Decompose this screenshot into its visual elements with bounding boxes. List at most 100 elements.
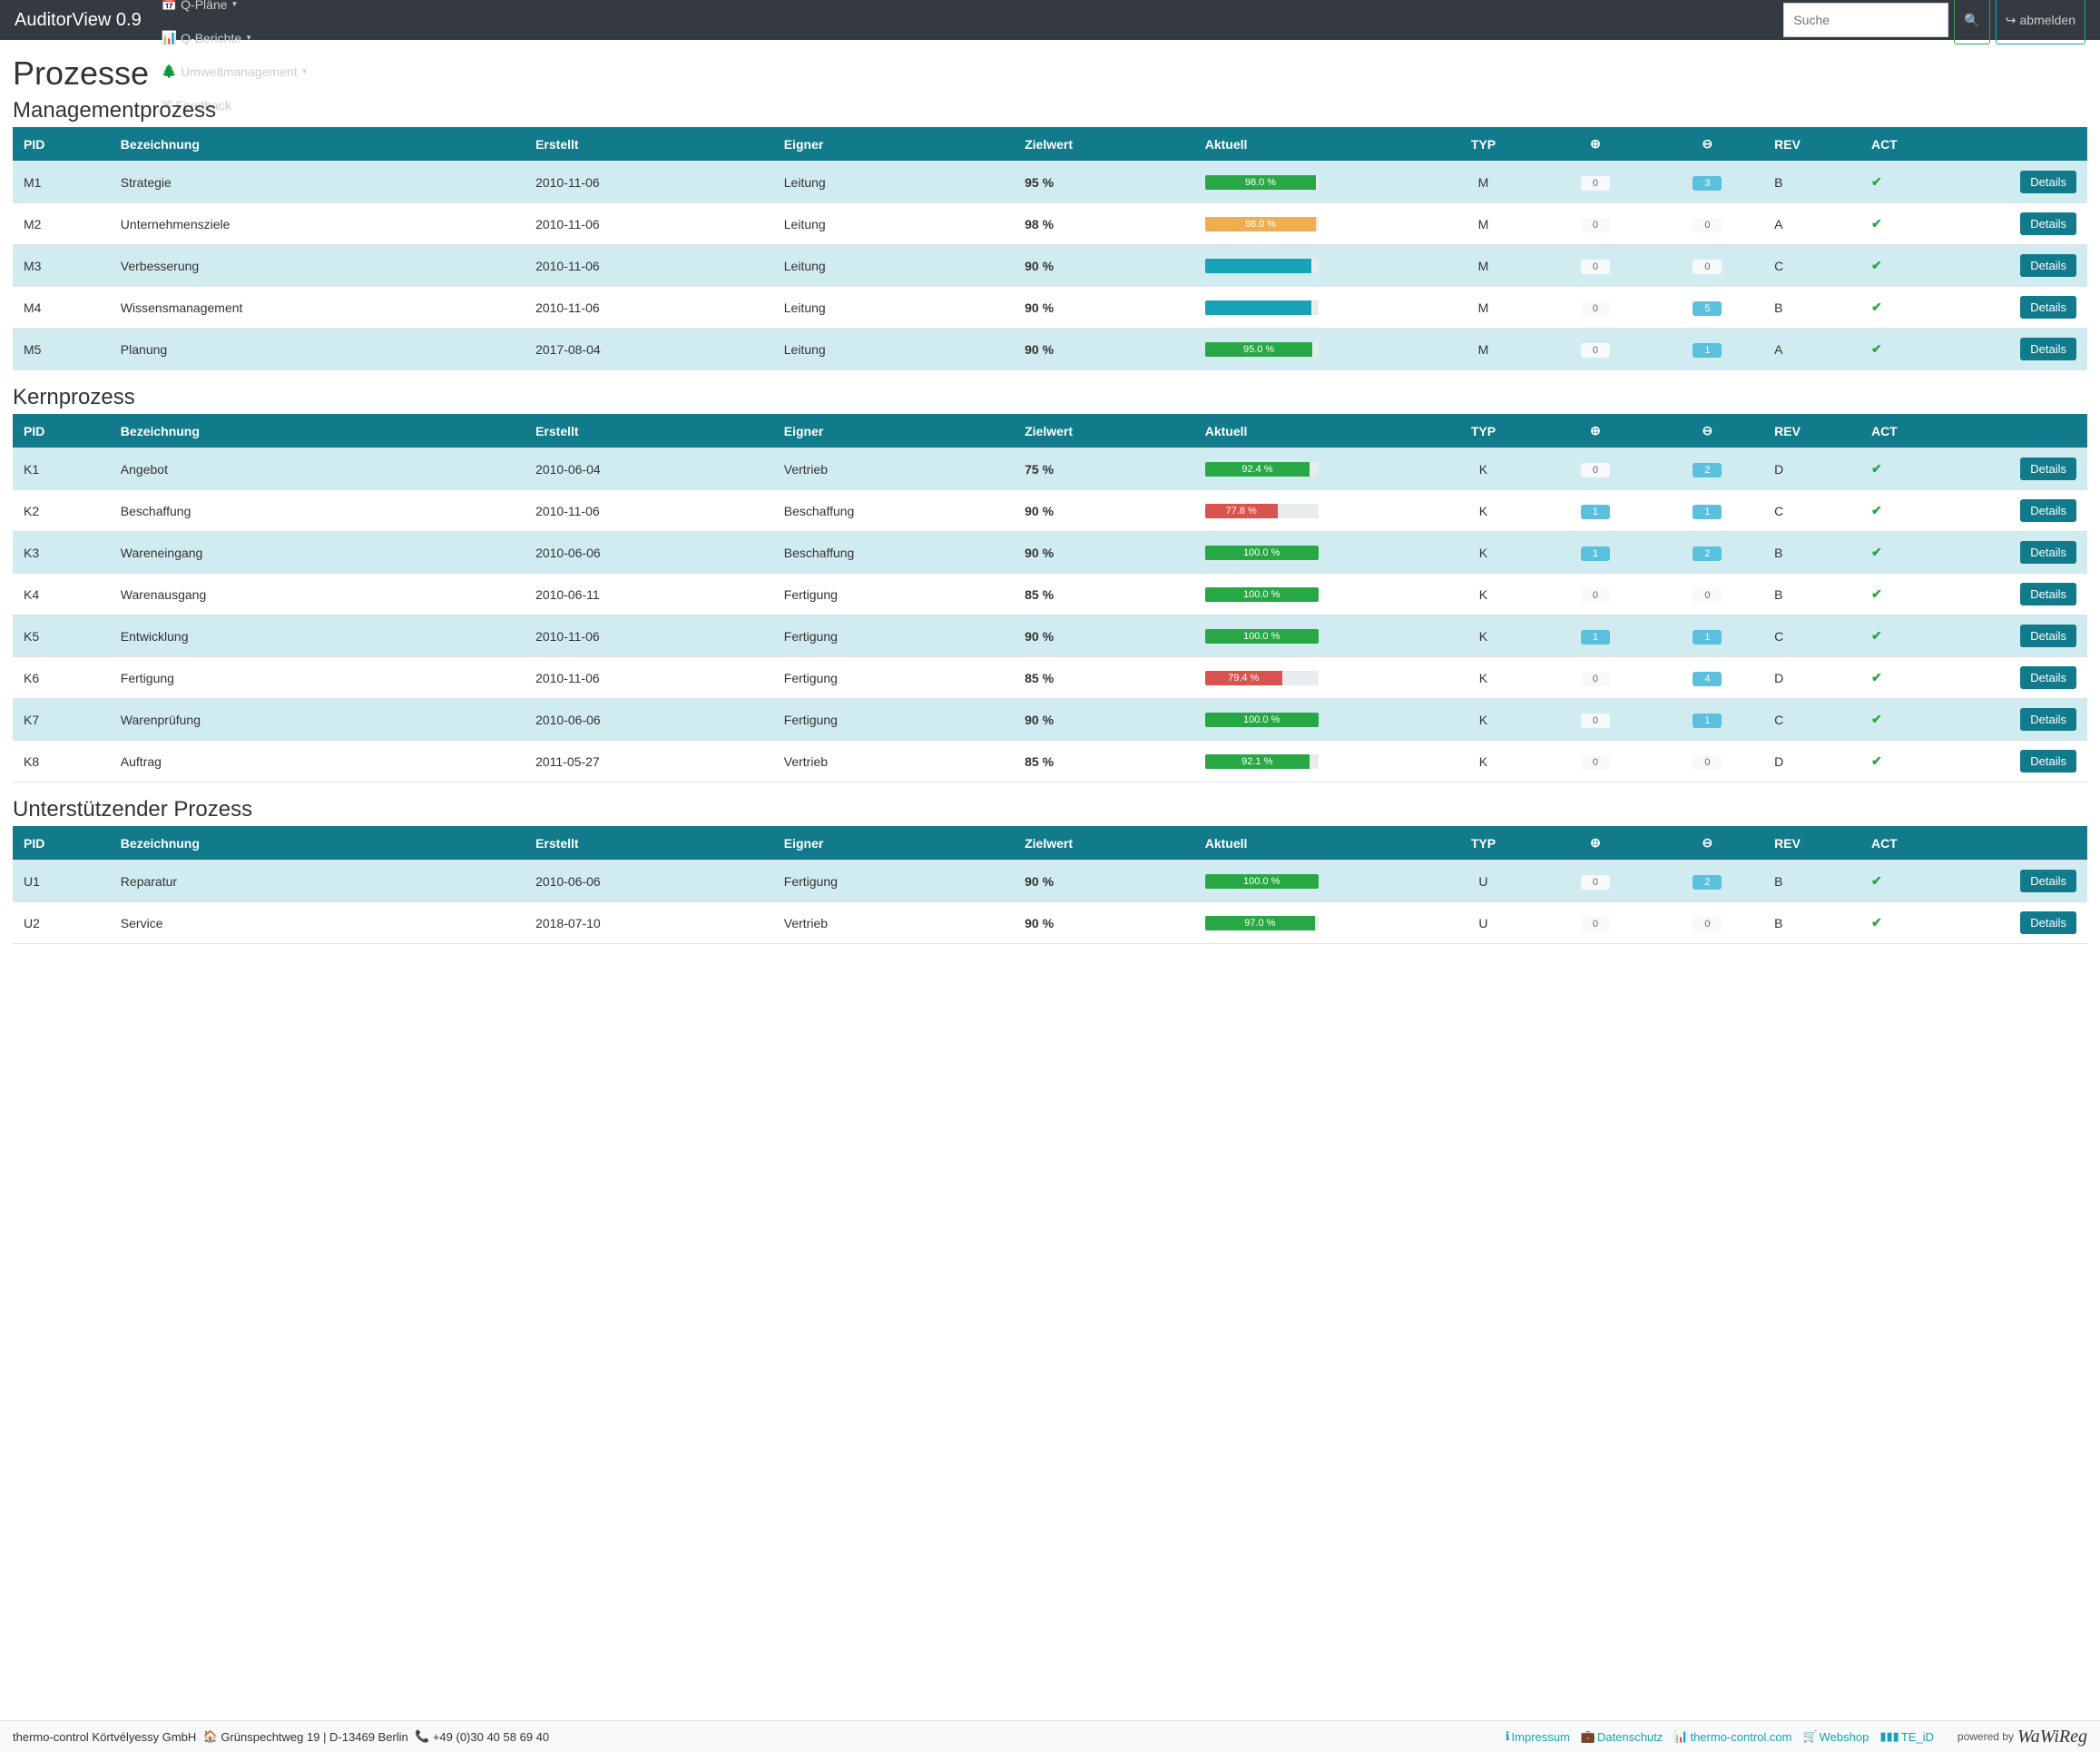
progress-fill: 92.1 % <box>1205 754 1310 769</box>
progress-fill: 98.0 % <box>1205 217 1317 231</box>
details-button[interactable]: Details <box>2020 499 2076 522</box>
check-icon: ✔ <box>1871 258 1882 272</box>
cell-minus: 1 <box>1652 615 1763 657</box>
wawireg-logo[interactable]: WaWiReg <box>2017 1727 2087 1747</box>
cell-plus: 0 <box>1539 699 1651 741</box>
cell-pid: M2 <box>13 203 110 245</box>
progress-fill <box>1205 259 1312 273</box>
cell-plus: 0 <box>1539 203 1651 245</box>
footer-link-webshop[interactable]: 🛒Webshop <box>1802 1729 1869 1744</box>
search-input[interactable] <box>1783 3 1948 37</box>
details-button[interactable]: Details <box>2020 583 2076 605</box>
cell-act: ✔ <box>1860 203 1958 245</box>
progress-bar <box>1205 259 1319 273</box>
table-1: PIDBezeichnungErstelltEignerZielwertAktu… <box>13 414 2087 782</box>
check-icon: ✔ <box>1871 545 1882 559</box>
cell-act: ✔ <box>1860 162 1958 203</box>
check-icon: ✔ <box>1871 300 1882 314</box>
details-button[interactable]: Details <box>2020 338 2076 360</box>
progress-fill <box>1205 300 1312 315</box>
q-pläne-icon: 📅 <box>162 0 177 12</box>
footer-link-datenschutz[interactable]: 💼Datenschutz <box>1581 1729 1663 1744</box>
details-button[interactable]: Details <box>2020 171 2076 193</box>
progress-fill: 77.8 % <box>1205 504 1278 518</box>
logout-button[interactable]: ↪abmelden <box>1996 0 2085 44</box>
footer-link-thermo-control.com[interactable]: 📊thermo-control.com <box>1673 1729 1791 1744</box>
cell-pid: K8 <box>13 741 110 782</box>
table-row: K5Entwicklung2010-11-06Fertigung90 %100.… <box>13 615 2087 657</box>
table-row: K8Auftrag2011-05-27Vertrieb85 %92.1 %K00… <box>13 741 2087 782</box>
cell-pid: K2 <box>13 490 110 532</box>
cell-zielwert: 90 % <box>1014 532 1194 574</box>
cell-bez: Fertigung <box>110 657 525 699</box>
cell-minus: 5 <box>1652 287 1763 329</box>
section-title-2: Unterstützender Prozess <box>13 797 2087 822</box>
progress-bar <box>1205 300 1319 315</box>
cell-typ: K <box>1428 448 1539 490</box>
details-button[interactable]: Details <box>2020 296 2076 319</box>
nav-q-berichte[interactable]: 📊Q-Berichte▼ <box>152 21 318 54</box>
cell-typ: U <box>1428 861 1539 902</box>
cell-act: ✔ <box>1860 861 1958 902</box>
logout-icon: ↪ <box>2006 13 2017 28</box>
details-button[interactable]: Details <box>2020 708 2076 731</box>
cell-zielwert: 90 % <box>1014 329 1194 370</box>
cell-bez: Auftrag <box>110 741 525 782</box>
cell-pid: K3 <box>13 532 110 574</box>
progress-bar: 95.0 % <box>1205 342 1319 357</box>
details-button[interactable]: Details <box>2020 212 2076 235</box>
details-button[interactable]: Details <box>2020 625 2076 647</box>
progress-fill: 79.4 % <box>1205 671 1282 685</box>
footer-link-impressum[interactable]: ℹImpressum <box>1506 1729 1570 1744</box>
cell-eigner: Vertrieb <box>773 902 1014 944</box>
check-icon: ✔ <box>1871 216 1882 231</box>
cell-aktuell <box>1194 245 1428 287</box>
details-button[interactable]: Details <box>2020 541 2076 564</box>
cell-typ: K <box>1428 574 1539 615</box>
cell-bez: Strategie <box>110 162 525 203</box>
table-header: PIDBezeichnungErstelltEignerZielwertAktu… <box>13 127 2087 162</box>
cell-bez: Entwicklung <box>110 615 525 657</box>
table-row: K6Fertigung2010-11-06Fertigung85 %79.4 %… <box>13 657 2087 699</box>
cell-typ: M <box>1428 203 1539 245</box>
cell-bez: Wissensmanagement <box>110 287 525 329</box>
cell-rev: D <box>1763 657 1860 699</box>
cell-minus: 4 <box>1652 657 1763 699</box>
footer: thermo-control Körtvélyessy GmbH 🏠 Grüns… <box>0 1720 2100 1752</box>
details-button[interactable]: Details <box>2020 666 2076 689</box>
nav-umweltmanagement[interactable]: 🌲Umweltmanagement▼ <box>152 54 318 88</box>
brand[interactable]: AuditorView 0.9 <box>15 10 142 31</box>
cell-rev: B <box>1763 532 1860 574</box>
cell-bez: Service <box>110 902 525 944</box>
footer-link-te_id[interactable]: ▮▮▮TE_iD <box>1879 1729 1934 1744</box>
cell-eigner: Vertrieb <box>773 741 1014 782</box>
cell-minus: 1 <box>1652 329 1763 370</box>
progress-fill: 100.0 % <box>1205 629 1319 644</box>
cell-rev: C <box>1763 615 1860 657</box>
cell-aktuell: 98.0 % <box>1194 203 1428 245</box>
cell-pid: K7 <box>13 699 110 741</box>
phone-icon: 📞 <box>415 1729 429 1744</box>
page-title: Prozesse <box>13 54 2087 93</box>
search-button[interactable]: 🔍 <box>1954 0 1989 44</box>
cell-act: ✔ <box>1860 490 1958 532</box>
cell-act: ✔ <box>1860 902 1958 944</box>
progress-fill: 98.0 % <box>1205 175 1317 190</box>
details-button[interactable]: Details <box>2020 750 2076 773</box>
details-button[interactable]: Details <box>2020 911 2076 934</box>
details-button[interactable]: Details <box>2020 870 2076 892</box>
nav-q-pläne[interactable]: 📅Q-Pläne▼ <box>152 0 318 21</box>
cell-bez: Angebot <box>110 448 525 490</box>
cell-bez: Beschaffung <box>110 490 525 532</box>
cell-bez: Verbesserung <box>110 245 525 287</box>
chevron-down-icon: ▼ <box>301 67 309 75</box>
cell-plus: 1 <box>1539 532 1651 574</box>
progress-bar: 98.0 % <box>1205 175 1319 190</box>
details-button[interactable]: Details <box>2020 458 2076 480</box>
check-icon: ✔ <box>1871 712 1882 726</box>
table-row: U2Service2018-07-10Vertrieb90 %97.0 %U00… <box>13 902 2087 944</box>
cell-erstellt: 2017-08-04 <box>525 329 773 370</box>
cell-minus: 1 <box>1652 490 1763 532</box>
cell-typ: K <box>1428 490 1539 532</box>
details-button[interactable]: Details <box>2020 254 2076 277</box>
